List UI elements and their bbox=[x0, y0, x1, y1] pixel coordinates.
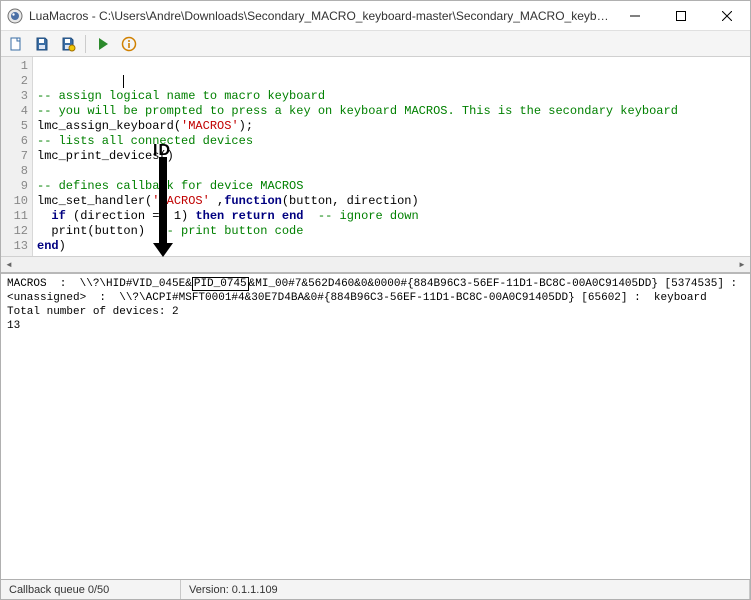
new-file-button[interactable] bbox=[5, 33, 27, 55]
info-button[interactable] bbox=[118, 33, 140, 55]
scroll-right-arrow[interactable]: ► bbox=[734, 257, 750, 273]
save-script-button[interactable] bbox=[57, 33, 79, 55]
pid-highlight: PID_0745 bbox=[192, 277, 249, 291]
toolbar bbox=[1, 31, 750, 57]
window-title: LuaMacros - C:\Users\Andre\Downloads\Sec… bbox=[29, 9, 612, 23]
app-icon bbox=[7, 8, 23, 24]
line-number-gutter: 12345678910111213 bbox=[1, 57, 33, 256]
status-version: Version: 0.1.1.109 bbox=[181, 580, 750, 599]
status-callback-queue: Callback queue 0/50 bbox=[1, 580, 181, 599]
window-titlebar: LuaMacros - C:\Users\Andre\Downloads\Sec… bbox=[1, 1, 750, 31]
output-panel[interactable]: MACROS : \\?\HID#VID_045E&PID_0745&MI_00… bbox=[1, 273, 750, 579]
save-button[interactable] bbox=[31, 33, 53, 55]
minimize-button[interactable] bbox=[612, 1, 658, 30]
code-editor-panel: 12345678910111213 -- assign logical name… bbox=[1, 57, 750, 257]
run-button[interactable] bbox=[92, 33, 114, 55]
toolbar-separator bbox=[85, 35, 86, 53]
maximize-button[interactable] bbox=[658, 1, 704, 30]
code-editor[interactable]: -- assign logical name to macro keyboard… bbox=[33, 57, 750, 256]
close-button[interactable] bbox=[704, 1, 750, 30]
status-bar: Callback queue 0/50 Version: 0.1.1.109 bbox=[1, 579, 750, 599]
scroll-left-arrow[interactable]: ◄ bbox=[1, 257, 17, 273]
editor-horizontal-scrollbar[interactable]: ◄ ► bbox=[1, 257, 750, 273]
